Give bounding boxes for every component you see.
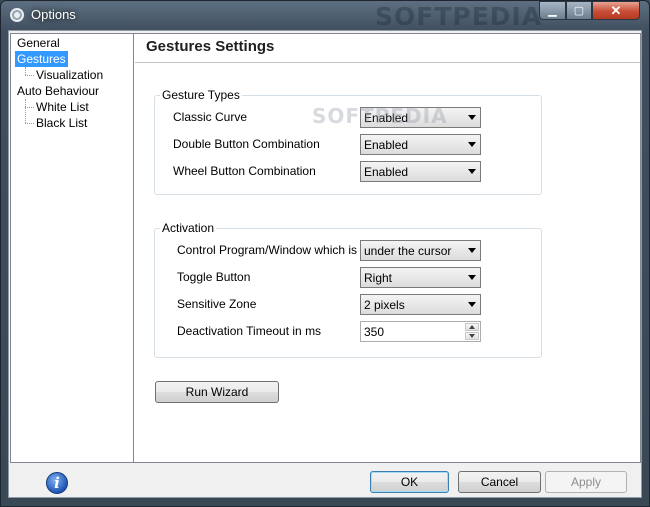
tree-item-general[interactable]: General	[15, 35, 62, 51]
ok-button[interactable]: OK	[370, 471, 449, 493]
softpedia-watermark: SOFTPEDIA	[312, 104, 448, 128]
minimize-button[interactable]: ▁	[539, 1, 566, 20]
chevron-down-icon	[468, 169, 476, 174]
chevron-down-icon	[468, 248, 476, 253]
tree-connector	[25, 75, 34, 76]
chevron-down-icon	[468, 275, 476, 280]
wheel-button-select[interactable]: Enabled	[360, 161, 481, 182]
control-program-select[interactable]: under the cursor	[360, 240, 481, 261]
toggle-button-label: Toggle Button	[177, 270, 251, 284]
gesture-types-caption: Gesture Types	[160, 88, 242, 102]
tree-item-black-list[interactable]: Black List	[34, 115, 89, 131]
sensitive-zone-value: 2 pixels	[364, 298, 405, 312]
close-button[interactable]: ✕	[592, 1, 640, 20]
spin-down-icon[interactable]	[465, 332, 479, 340]
deactivation-timeout-stepper[interactable]: 350	[360, 321, 481, 342]
tree-connector	[25, 123, 34, 124]
info-icon[interactable]: i	[46, 472, 68, 494]
tree-item-visualization[interactable]: Visualization	[34, 67, 105, 83]
window-title: Options	[31, 7, 76, 22]
classic-curve-label: Classic Curve	[173, 110, 248, 124]
apply-button[interactable]: Apply	[545, 471, 627, 493]
page-title: Gestures Settings	[146, 38, 275, 55]
double-button-value: Enabled	[364, 138, 409, 152]
toggle-button-select[interactable]: Right	[360, 267, 481, 288]
softpedia-watermark: SOFTPEDIA	[375, 2, 543, 31]
options-tree[interactable]: General Gestures Visualization Auto Beha…	[10, 33, 134, 463]
wheel-button-label: Wheel Button Combination	[173, 164, 316, 178]
spin-up-icon[interactable]	[465, 323, 479, 331]
control-program-value: under the cursor	[364, 244, 452, 258]
double-button-label: Double Button Combination	[173, 137, 320, 151]
tree-item-gestures[interactable]: Gestures	[15, 51, 68, 67]
maximize-button[interactable]: ▢	[566, 1, 592, 20]
close-icon: ✕	[610, 2, 622, 18]
run-wizard-button[interactable]: Run Wizard	[155, 381, 279, 403]
sensitive-zone-label: Sensitive Zone	[177, 297, 257, 311]
tree-item-auto-behaviour[interactable]: Auto Behaviour	[15, 83, 101, 99]
deactivation-timeout-label: Deactivation Timeout in ms	[177, 324, 322, 338]
activation-caption: Activation	[160, 221, 217, 235]
tree-connector	[25, 107, 34, 108]
tree-connector	[25, 67, 26, 75]
chevron-down-icon	[468, 142, 476, 147]
maximize-icon: ▢	[573, 5, 585, 17]
chevron-down-icon	[468, 115, 476, 120]
tree-item-white-list[interactable]: White List	[34, 99, 91, 115]
minimize-icon: ▁	[548, 5, 557, 17]
chevron-down-icon	[468, 302, 476, 307]
tree-connector	[25, 99, 26, 123]
wheel-button-value: Enabled	[364, 165, 409, 179]
cancel-button[interactable]: Cancel	[458, 471, 541, 493]
toggle-button-value: Right	[364, 271, 393, 285]
sensitive-zone-select[interactable]: 2 pixels	[360, 294, 481, 315]
double-button-select[interactable]: Enabled	[360, 134, 481, 155]
deactivation-timeout-value: 350	[364, 325, 385, 339]
gear-icon	[10, 8, 24, 22]
control-program-label: Control Program/Window which is	[177, 243, 358, 257]
